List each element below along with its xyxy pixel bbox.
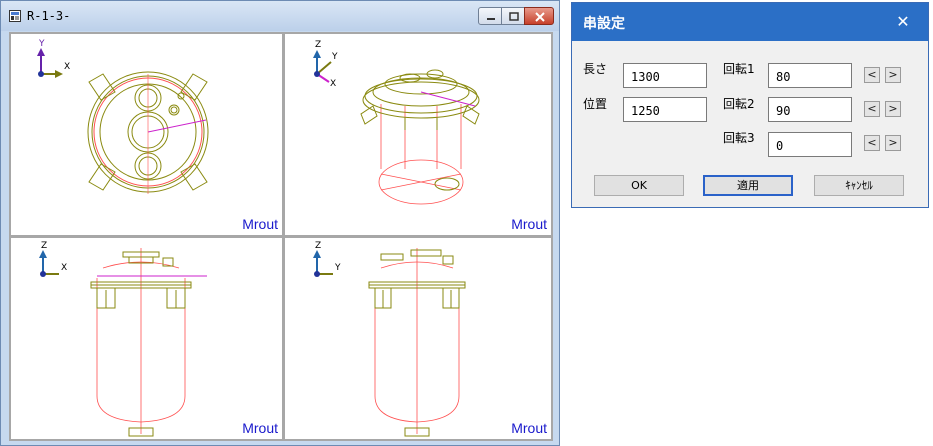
viewport-label: Mrout <box>511 216 547 232</box>
axis-x-label: X <box>330 79 336 89</box>
axis-y-label: Y <box>38 39 45 49</box>
viewport-label: Mrout <box>242 420 278 436</box>
apply-button[interactable]: 適用 <box>703 175 793 196</box>
rotation3-label: 回転3 <box>723 131 755 145</box>
axis-y-label: Y <box>334 263 341 273</box>
axis-gizmo <box>313 250 333 277</box>
close-icon <box>535 12 545 22</box>
skewer-settings-dialog: 串設定 ✕ 長さ 1300 位置 1250 回転1 80 < > 回転2 90 … <box>571 2 929 208</box>
dialog-title: 串設定 <box>583 16 625 32</box>
viewport-side[interactable]: Z Y Mrout <box>285 238 551 439</box>
viewport-grid: Y X Mrout Z Y X Mrout Z X Mrout Z Y Mrou… <box>9 32 553 441</box>
length-field[interactable]: 1300 <box>623 63 707 88</box>
axis-gizmo <box>39 250 59 277</box>
cad-titlebar[interactable]: R-1-3- <box>1 1 559 31</box>
rotation2-label: 回転2 <box>723 97 755 111</box>
rotation3-decrement-button[interactable]: < <box>864 135 880 151</box>
length-label: 長さ <box>583 62 608 76</box>
rotation2-field[interactable]: 90 <box>768 97 852 122</box>
rotation2-increment-button[interactable]: > <box>885 101 901 117</box>
window-title: R-1-3- <box>27 9 71 23</box>
axis-y-label: Y <box>331 52 338 62</box>
dialog-close-button[interactable]: ✕ <box>890 10 916 34</box>
side-view-drawing: Z Y <box>313 241 466 437</box>
axis-z-label: Z <box>315 241 321 251</box>
app-icon <box>9 10 21 22</box>
viewport-iso[interactable]: Z Y X Mrout <box>285 34 551 235</box>
vessel-body-side <box>374 248 460 434</box>
vessel-body-iso <box>378 104 464 205</box>
position-field[interactable]: 1250 <box>623 97 707 122</box>
cad-window: R-1-3- Y X Mrout Z Y X Mrout Z X Mrout Z… <box>0 0 560 446</box>
axis-x-label: X <box>61 263 67 273</box>
iso-view-drawing: Z Y X <box>313 40 480 205</box>
axis-x-label: X <box>64 62 70 72</box>
viewport-label: Mrout <box>242 216 278 232</box>
rotation1-decrement-button[interactable]: < <box>864 67 880 83</box>
cancel-button[interactable]: ｷｬﾝｾﾙ <box>814 175 904 196</box>
axis-gizmo <box>37 48 63 78</box>
rotation3-increment-button[interactable]: > <box>885 135 901 151</box>
rotation1-field[interactable]: 80 <box>768 63 852 88</box>
viewport-top[interactable]: Y X Mrout <box>11 34 282 235</box>
axis-z-label: Z <box>315 40 321 50</box>
axis-z-label: Z <box>41 241 47 251</box>
maximize-icon <box>509 12 519 21</box>
minimize-button[interactable] <box>478 7 502 25</box>
rotation2-decrement-button[interactable]: < <box>864 101 880 117</box>
front-view-drawing: Z X <box>39 241 207 437</box>
minimize-icon <box>487 18 495 20</box>
rotation1-increment-button[interactable]: > <box>885 67 901 83</box>
ok-button[interactable]: OK <box>594 175 684 196</box>
viewport-label: Mrout <box>511 420 547 436</box>
rotation1-label: 回転1 <box>723 62 755 76</box>
top-view-drawing: Y X <box>37 39 209 194</box>
dialog-titlebar[interactable]: 串設定 ✕ <box>572 3 928 41</box>
position-label: 位置 <box>583 97 608 111</box>
close-button[interactable] <box>524 7 554 25</box>
axis-gizmo <box>313 50 332 83</box>
viewport-front[interactable]: Z X Mrout <box>11 238 282 439</box>
skewer-line <box>147 119 207 133</box>
rotation3-field[interactable]: 0 <box>768 132 852 157</box>
maximize-button[interactable] <box>501 7 525 25</box>
